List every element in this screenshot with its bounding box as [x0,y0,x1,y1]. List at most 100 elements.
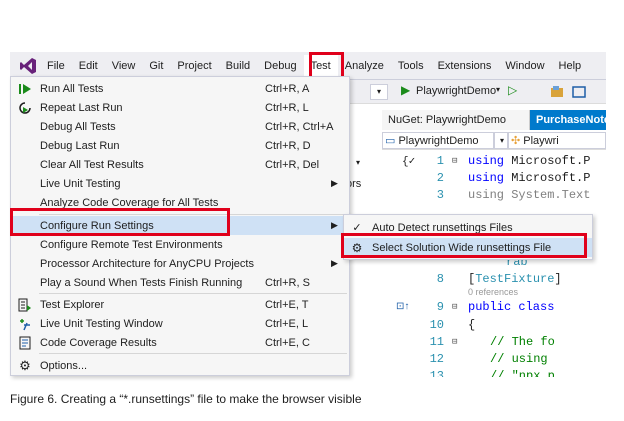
code-text: using Microsoft.P [468,154,591,168]
code-line: 13 // "npx p [382,367,606,377]
start-debug-icon[interactable]: ▶ [401,83,410,97]
menu-item-options[interactable]: ⚙ Options... [11,356,349,375]
project-dropdown[interactable]: ▭ PlaywrightDemo [382,132,494,149]
menu-separator [39,293,347,294]
menu-item-code-coverage-results[interactable]: Code Coverage Results Ctrl+E, C [11,333,349,352]
menu-edit[interactable]: Edit [72,55,105,77]
test-explorer-icon [17,297,33,313]
menu-separator [39,353,347,354]
code-text: // "npx p [490,369,555,377]
toolbar-tool-icon[interactable] [550,85,564,99]
figure-caption: Figure 6. Creating a “*.runsettings” fil… [10,392,362,406]
menu-git[interactable]: Git [142,55,170,77]
menu-item-run-all-tests[interactable]: Run All Tests Ctrl+R, A [11,79,349,98]
line-number: 9 [436,300,444,314]
menu-item-shortcut: Ctrl+R, Del [265,158,320,171]
line-number: 10 [429,318,444,332]
project-icon: ▭ [385,135,396,147]
search-chevron-icon[interactable]: ▾ [356,158,360,167]
menu-item-label: Code Coverage Results [40,336,157,349]
menu-item-label: Processor Architecture for AnyCPU Projec… [40,257,254,270]
references-codelens[interactable]: 0 references [468,286,518,298]
code-line: 11 ⊟ // The fo [382,333,606,351]
start-without-debug-icon[interactable]: ▷ [508,83,517,97]
menu-help[interactable]: Help [552,55,589,77]
menu-item-label: Live Unit Testing Window [40,317,163,330]
menu-item-play-sound[interactable]: Play a Sound When Tests Finish Running C… [11,273,349,292]
menu-item-test-explorer[interactable]: Test Explorer Ctrl+E, T [11,295,349,314]
class-icon: ✣ [511,135,521,147]
code-line: ⊡↑ 9 ⊟ public class [382,298,606,316]
menu-item-shortcut: Ctrl+R, L [265,101,309,114]
menu-item-label: Auto Detect runsettings Files [372,221,513,234]
menu-tools[interactable]: Tools [391,55,431,77]
config-dropdown[interactable]: ▾ [370,84,388,100]
project-dropdown-label: PlaywrightDemo [398,135,479,147]
menu-item-clear-all-test-results[interactable]: Clear All Test Results Ctrl+R, Del [11,155,349,174]
menu-item-label: Analyze Code Coverage for All Tests [40,196,219,209]
test-status-icon[interactable]: ⊡↑ [396,298,409,316]
menu-item-shortcut: Ctrl+R, D [265,139,311,152]
gear-icon: ⚙ [19,357,31,373]
menu-item-label: Run All Tests [40,82,104,95]
menu-item-label: Play a Sound When Tests Finish Running [40,276,243,289]
code-line: 1 ⊟ using Microsoft.P [382,152,606,170]
menu-item-label: Configure Remote Test Environments [40,238,223,251]
toolbar-window-icon[interactable] [572,85,586,99]
menu-item-shortcut: Ctrl+E, C [265,336,310,349]
code-text: // using [490,352,548,366]
menu-item-shortcut: Ctrl+R, Ctrl+A [265,120,334,133]
menu-item-label: Options... [40,359,88,372]
code-line: 3 using System.Text [382,186,606,204]
code-line: 2 using Microsoft.P [382,169,606,187]
menu-build[interactable]: Build [219,55,257,77]
project-dropdown-chevron-icon[interactable]: ▾ [494,132,508,149]
member-dropdown-label: Playwri [523,135,559,147]
menu-item-label: Debug All Tests [40,120,116,133]
collapse-icon[interactable]: ⊟ [452,152,462,170]
menu-item-processor-architecture[interactable]: Processor Architecture for AnyCPU Projec… [11,254,349,273]
editor-tabs: NuGet: PlaywrightDemo PurchaseNoteb [382,110,606,130]
code-text: public class [468,300,555,314]
tab-purchase[interactable]: PurchaseNoteb [530,110,606,130]
menu-view[interactable]: View [105,55,143,77]
menu-item-shortcut: Ctrl+E, L [265,317,309,330]
editor-navigation-bar: ▭ PlaywrightDemo ▾ ✣ Playwri [382,132,606,150]
repeat-icon [17,100,33,116]
visual-studio-logo-icon [16,56,40,76]
menu-item-debug-last-run[interactable]: Debug Last Run Ctrl+R, D [11,136,349,155]
menu-file[interactable]: File [40,55,72,77]
select-runsettings-callout [341,233,587,258]
member-dropdown[interactable]: ✣ Playwri [508,132,606,149]
menu-item-repeat-last-run[interactable]: Repeat Last Run Ctrl+R, L [11,98,349,117]
line-number: 12 [429,352,444,366]
menu-item-live-unit-testing[interactable]: Live Unit Testing ▶ [11,174,349,193]
menu-item-label: Live Unit Testing [40,177,121,190]
code-line: 10 { [382,316,606,334]
menu-window[interactable]: Window [498,55,551,77]
submenu-arrow-icon: ▶ [331,220,338,230]
menu-item-label: Debug Last Run [40,139,120,152]
code-line: 12 // using [382,350,606,368]
run-target-label[interactable]: PlaywrightDemo [416,85,496,97]
line-number: 3 [436,188,444,202]
collapse-icon[interactable]: ⊟ [452,298,462,316]
menu-item-configure-remote-test-environments[interactable]: Configure Remote Test Environments [11,235,349,254]
menu-item-debug-all-tests[interactable]: Debug All Tests Ctrl+R, Ctrl+A [11,117,349,136]
live-testing-icon [17,316,33,332]
menu-analyze[interactable]: Analyze [338,55,391,77]
menu-item-shortcut: Ctrl+E, T [265,298,309,311]
configure-run-settings-callout [10,208,230,236]
menu-item-label: Test Explorer [40,298,105,311]
tab-nuget[interactable]: NuGet: PlaywrightDemo [382,110,530,130]
menu-item-live-unit-testing-window[interactable]: Live Unit Testing Window Ctrl+E, L [11,314,349,333]
code-editor[interactable]: {✓ 1 ⊟ using Microsoft.P 2 using Microso… [382,152,606,377]
collapse-icon[interactable]: ⊟ [452,333,462,351]
code-coverage-icon [17,335,33,351]
menu-debug[interactable]: Debug [257,55,303,77]
code-text: { [468,318,476,332]
run-target-chevron-icon[interactable]: ▾ [496,85,500,94]
menu-project[interactable]: Project [170,55,218,77]
screenshot-figure: ▾ ▶ PlaywrightDemo ▾ ▷ ▾ ⌕ ▾ ors NuGet: … [0,0,624,421]
menu-extensions[interactable]: Extensions [431,55,499,77]
